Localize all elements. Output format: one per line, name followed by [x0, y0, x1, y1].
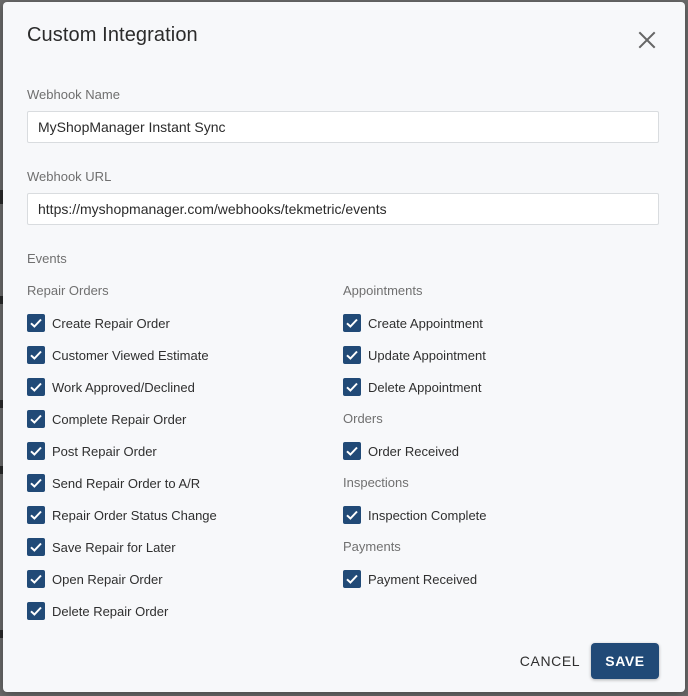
- orders-heading: Orders: [343, 411, 383, 426]
- checkbox-checked-icon[interactable]: [27, 506, 45, 524]
- checkbox-order-received[interactable]: Order Received: [343, 441, 459, 461]
- payments-heading: Payments: [343, 539, 401, 554]
- checkbox-send-repair-order-to-ar[interactable]: Send Repair Order to A/R: [27, 473, 200, 493]
- save-button[interactable]: SAVE: [591, 643, 659, 679]
- checkbox-label: Inspection Complete: [368, 507, 487, 523]
- checkbox-checked-icon[interactable]: [27, 474, 45, 492]
- cancel-button[interactable]: CANCEL: [515, 644, 585, 678]
- checkbox-inspection-complete[interactable]: Inspection Complete: [343, 505, 487, 525]
- checkbox-label: Create Repair Order: [52, 315, 170, 331]
- checkbox-delete-appointment[interactable]: Delete Appointment: [343, 377, 481, 397]
- checkbox-post-repair-order[interactable]: Post Repair Order: [27, 441, 157, 461]
- checkbox-update-appointment[interactable]: Update Appointment: [343, 345, 486, 365]
- checkbox-checked-icon[interactable]: [27, 410, 45, 428]
- checkbox-label: Repair Order Status Change: [52, 507, 217, 523]
- checkbox-label: Customer Viewed Estimate: [52, 347, 209, 363]
- events-label: Events: [27, 251, 67, 266]
- checkbox-label: Work Approved/Declined: [52, 379, 195, 395]
- checkbox-label: Delete Appointment: [368, 379, 482, 395]
- checkbox-checked-icon[interactable]: [27, 602, 45, 620]
- checkbox-checked-icon[interactable]: [27, 314, 45, 332]
- dialog-title: Custom Integration: [27, 24, 198, 46]
- checkbox-create-repair-order[interactable]: Create Repair Order: [27, 313, 170, 333]
- checkbox-payment-received[interactable]: Payment Received: [343, 569, 477, 589]
- checkbox-complete-repair-order[interactable]: Complete Repair Order: [27, 409, 186, 429]
- checkbox-label: Post Repair Order: [52, 443, 157, 459]
- checkbox-checked-icon[interactable]: [343, 314, 361, 332]
- checkbox-open-repair-order[interactable]: Open Repair Order: [27, 569, 163, 589]
- webhook-url-label: Webhook URL: [27, 169, 112, 184]
- checkbox-checked-icon[interactable]: [343, 378, 361, 396]
- checkbox-checked-icon[interactable]: [343, 570, 361, 588]
- close-button[interactable]: [635, 28, 659, 52]
- webhook-url-input[interactable]: [27, 193, 659, 225]
- checkbox-work-approved-declined[interactable]: Work Approved/Declined: [27, 377, 195, 397]
- checkbox-checked-icon[interactable]: [27, 538, 45, 556]
- checkbox-checked-icon[interactable]: [27, 378, 45, 396]
- appointments-heading: Appointments: [343, 283, 423, 298]
- checkbox-checked-icon[interactable]: [343, 346, 361, 364]
- checkbox-label: Order Received: [368, 443, 460, 459]
- checkbox-checked-icon[interactable]: [27, 442, 45, 460]
- checkbox-label: Open Repair Order: [52, 571, 163, 587]
- checkbox-label: Complete Repair Order: [52, 411, 187, 427]
- checkbox-label: Update Appointment: [368, 347, 486, 363]
- checkbox-save-repair-for-later[interactable]: Save Repair for Later: [27, 537, 176, 557]
- checkbox-label: Delete Repair Order: [52, 603, 169, 619]
- close-icon: [638, 31, 656, 49]
- custom-integration-dialog: Custom Integration Webhook Name Webhook …: [3, 2, 685, 692]
- checkbox-checked-icon[interactable]: [343, 442, 361, 460]
- checkbox-repair-order-status-change[interactable]: Repair Order Status Change: [27, 505, 217, 525]
- checkbox-checked-icon[interactable]: [27, 346, 45, 364]
- checkbox-customer-viewed-estimate[interactable]: Customer Viewed Estimate: [27, 345, 209, 365]
- checkbox-delete-repair-order[interactable]: Delete Repair Order: [27, 601, 168, 621]
- webhook-name-label: Webhook Name: [27, 87, 120, 102]
- checkbox-checked-icon[interactable]: [343, 506, 361, 524]
- checkbox-create-appointment[interactable]: Create Appointment: [343, 313, 483, 333]
- checkbox-label: Send Repair Order to A/R: [52, 475, 201, 491]
- webhook-name-input[interactable]: [27, 111, 659, 143]
- checkbox-checked-icon[interactable]: [27, 570, 45, 588]
- checkbox-label: Payment Received: [368, 571, 478, 587]
- inspections-heading: Inspections: [343, 475, 409, 490]
- checkbox-label: Create Appointment: [368, 315, 483, 331]
- repair-orders-heading: Repair Orders: [27, 283, 109, 298]
- checkbox-label: Save Repair for Later: [52, 539, 176, 555]
